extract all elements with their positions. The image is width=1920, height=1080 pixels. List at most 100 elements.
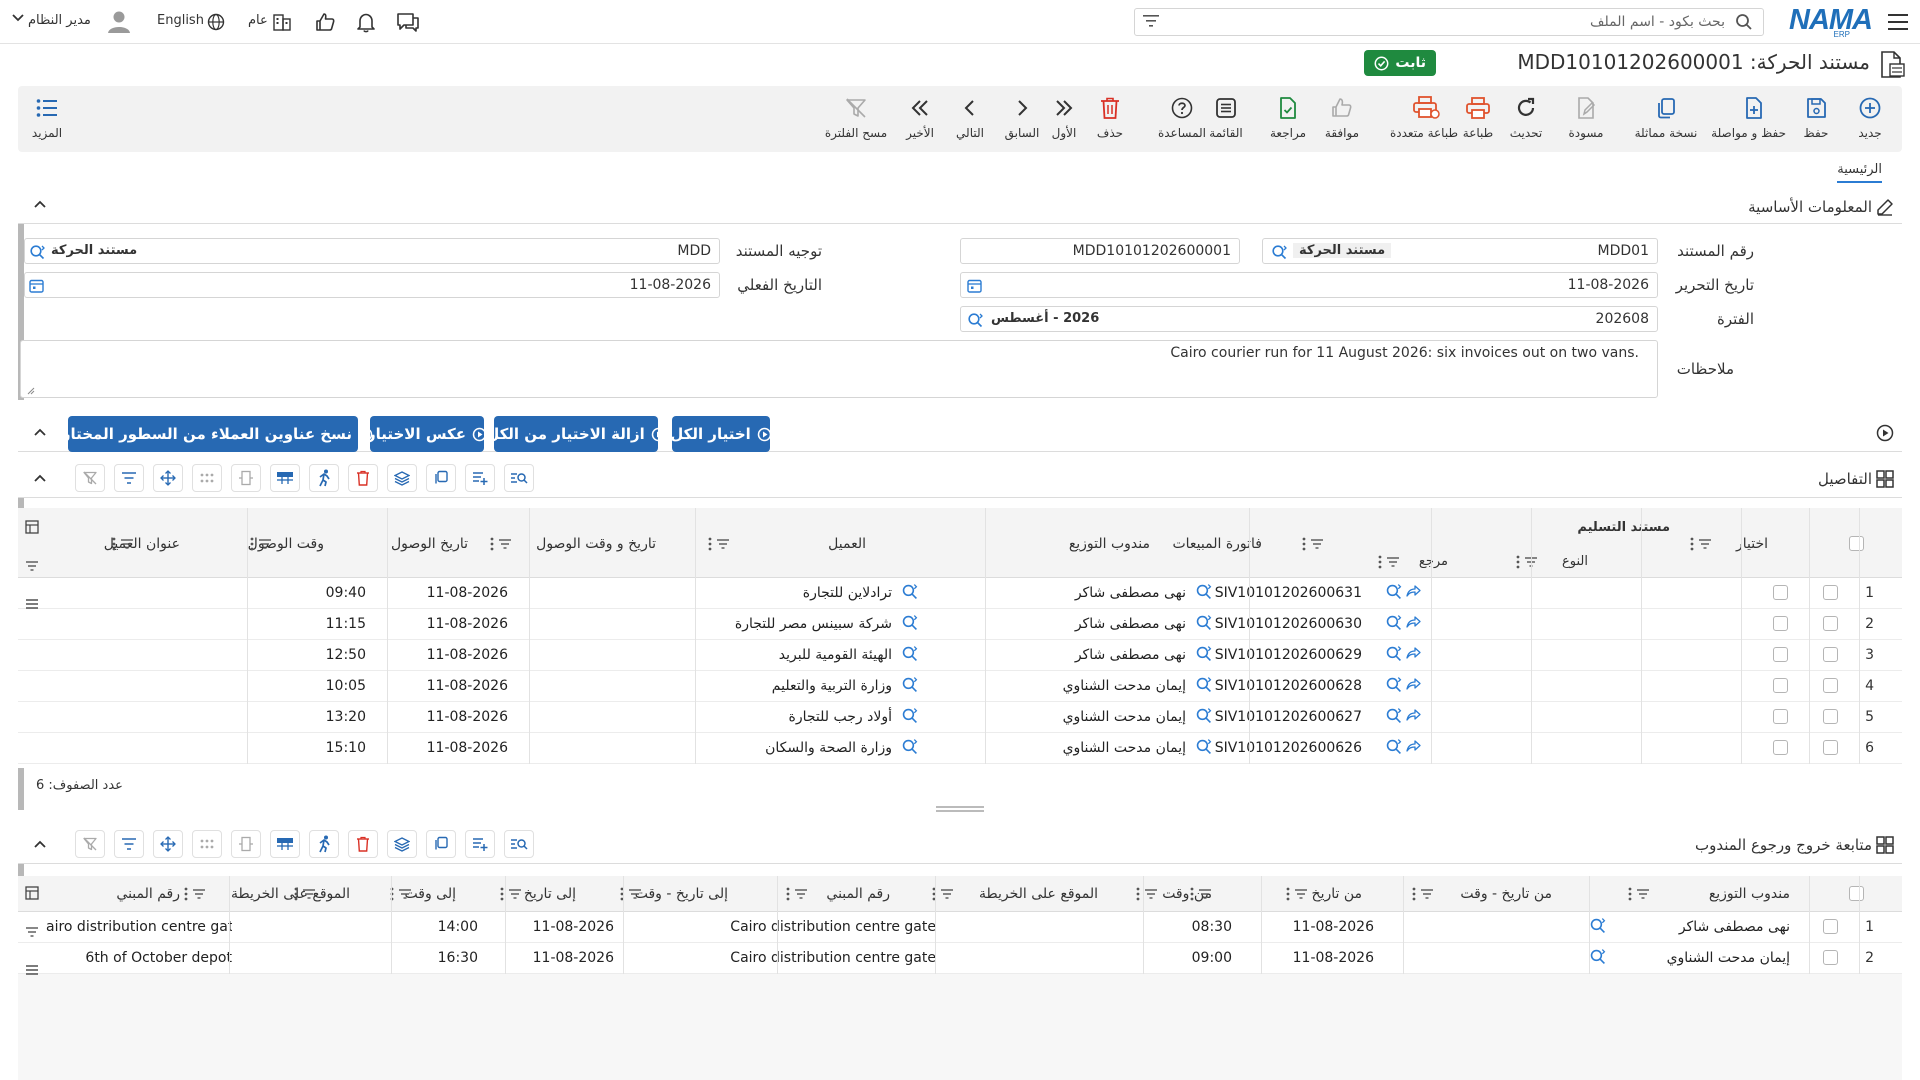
doc-number-field[interactable]: MDD01 مستند الحركة bbox=[1262, 238, 1658, 264]
row-checkbox[interactable] bbox=[1823, 647, 1838, 662]
toolbar-multi-print-button[interactable]: طباعة متعددة bbox=[1390, 94, 1458, 146]
calendar-icon[interactable] bbox=[967, 278, 982, 293]
row-checkbox[interactable] bbox=[1823, 740, 1838, 755]
tracking-dots-grid-icon[interactable] bbox=[192, 830, 222, 858]
row-checkbox[interactable] bbox=[1823, 616, 1838, 631]
lookup-search-icon[interactable] bbox=[1195, 738, 1212, 755]
details-column-icon[interactable] bbox=[231, 464, 261, 492]
tracking-clear-filter-icon[interactable] bbox=[75, 830, 105, 858]
column-menu-icon[interactable] bbox=[1378, 555, 1382, 569]
row-checkbox[interactable] bbox=[1823, 950, 1838, 965]
notification-bell-icon[interactable] bbox=[355, 11, 377, 33]
lookup-search-icon[interactable] bbox=[901, 738, 918, 755]
col-type[interactable]: النوع bbox=[1562, 554, 1588, 569]
column-menu-icon[interactable] bbox=[1136, 887, 1140, 901]
select-checkbox[interactable] bbox=[1773, 616, 1788, 631]
lookup-search-icon[interactable] bbox=[901, 583, 918, 600]
lookup-search-icon[interactable] bbox=[901, 676, 918, 693]
column-filter-icon[interactable] bbox=[1198, 888, 1212, 900]
column-filter-icon[interactable] bbox=[508, 888, 522, 900]
column-menu-icon[interactable] bbox=[1302, 537, 1306, 551]
lookup-search-icon[interactable] bbox=[1195, 676, 1212, 693]
user-menu-chevron-icon[interactable] bbox=[12, 14, 24, 22]
toolbar-review-button[interactable]: مراجعة bbox=[1256, 94, 1320, 146]
actual-date-field[interactable]: 11-08-2026 bbox=[24, 272, 720, 298]
collapse-chevron-icon[interactable] bbox=[34, 840, 46, 848]
scope-label[interactable]: عام bbox=[248, 13, 268, 28]
lookup-search-icon[interactable] bbox=[1195, 583, 1212, 600]
period-field[interactable]: 202608 2026 - أغسطس bbox=[960, 306, 1658, 332]
tracking-delete-row-icon[interactable] bbox=[348, 830, 378, 858]
lookup-search-icon[interactable] bbox=[967, 312, 983, 328]
column-filter-icon[interactable] bbox=[258, 538, 272, 550]
column-menu-icon[interactable] bbox=[112, 537, 116, 551]
lookup-search-icon[interactable] bbox=[1385, 676, 1402, 693]
row-checkbox[interactable] bbox=[1823, 585, 1838, 600]
collapse-chevron-icon[interactable] bbox=[34, 428, 46, 436]
toolbar-clear-filter-button[interactable]: مسح الفلترة bbox=[824, 94, 888, 146]
open-reference-icon[interactable] bbox=[1406, 739, 1422, 753]
open-reference-icon[interactable] bbox=[1406, 708, 1422, 722]
hamburger-menu-icon[interactable] bbox=[1886, 10, 1910, 34]
tracking-add-rows-icon[interactable] bbox=[465, 830, 495, 858]
search-input[interactable] bbox=[1205, 12, 1725, 32]
lookup-search-icon[interactable] bbox=[1385, 738, 1402, 755]
col-to-building[interactable]: رقم المبني bbox=[116, 886, 180, 902]
column-menu-icon[interactable] bbox=[1516, 555, 1520, 569]
tracking-layers-icon[interactable] bbox=[387, 830, 417, 858]
column-menu-icon[interactable] bbox=[490, 537, 494, 551]
details-duplicate-icon[interactable] bbox=[426, 464, 456, 492]
column-filter-icon[interactable] bbox=[192, 888, 206, 900]
lookup-search-icon[interactable] bbox=[1385, 645, 1402, 662]
col-rep[interactable]: مندوب التوزيع bbox=[1069, 536, 1150, 552]
tracking-header[interactable]: متابعة خروج ورجوع المندوب bbox=[18, 826, 1902, 864]
select-all-checkbox[interactable] bbox=[1849, 886, 1864, 901]
tracking-move-icon[interactable] bbox=[153, 830, 183, 858]
row-checkbox[interactable] bbox=[1823, 678, 1838, 693]
column-filter-icon[interactable] bbox=[1144, 888, 1158, 900]
column-filter-icon[interactable] bbox=[1294, 888, 1308, 900]
lookup-search-icon[interactable] bbox=[1271, 244, 1287, 260]
col-to-date[interactable]: إلى تاريخ bbox=[524, 886, 576, 902]
grid-menu-icon[interactable] bbox=[25, 964, 39, 976]
lookup-search-icon[interactable] bbox=[1589, 948, 1606, 965]
select-checkbox[interactable] bbox=[1773, 678, 1788, 693]
details-dots-grid-icon[interactable] bbox=[192, 464, 222, 492]
tab-main[interactable]: الرئيسية bbox=[1837, 162, 1882, 183]
column-menu-icon[interactable] bbox=[250, 537, 254, 551]
filter-lines-icon[interactable] bbox=[1143, 14, 1159, 28]
col-customer[interactable]: العميل bbox=[828, 536, 866, 552]
lookup-search-icon[interactable] bbox=[1385, 583, 1402, 600]
toolbar-draft-button[interactable]: مسودة bbox=[1554, 94, 1618, 146]
col-from-date[interactable]: من تاريخ bbox=[1312, 886, 1362, 902]
details-filter-rows-icon[interactable] bbox=[114, 464, 144, 492]
details-zoom-search-icon[interactable] bbox=[504, 464, 534, 492]
details-run-icon[interactable] bbox=[309, 464, 339, 492]
doc-direction-field[interactable]: MDD مستند الحركة bbox=[24, 238, 720, 264]
toolbar-help-button[interactable]: المساعدة bbox=[1150, 94, 1214, 146]
calendar-icon[interactable] bbox=[29, 278, 44, 293]
basic-info-header[interactable]: المعلومات الأساسية bbox=[18, 190, 1902, 224]
col-to-time[interactable]: إلى وقت bbox=[405, 886, 456, 902]
copy-addresses-button[interactable]: نسخ عناوين العملاء من السطور المختارة bbox=[53, 416, 373, 452]
column-filter-icon[interactable] bbox=[498, 538, 512, 550]
open-reference-icon[interactable] bbox=[1406, 584, 1422, 598]
lookup-search-icon[interactable] bbox=[1195, 707, 1212, 724]
column-filter-icon[interactable] bbox=[1386, 556, 1400, 568]
open-reference-icon[interactable] bbox=[1406, 615, 1422, 629]
notes-textarea[interactable]: Cairo courier run for 11 August 2026: si… bbox=[20, 340, 1658, 398]
details-move-icon[interactable] bbox=[153, 464, 183, 492]
select-all-button[interactable]: اختيار الكل bbox=[670, 416, 772, 452]
select-checkbox[interactable] bbox=[1773, 647, 1788, 662]
resize-handle-icon[interactable] bbox=[25, 385, 35, 395]
select-checkbox[interactable] bbox=[1773, 740, 1788, 755]
details-table-insert-icon[interactable] bbox=[270, 464, 300, 492]
col-to-map[interactable]: الموقع على الخريطة bbox=[231, 886, 350, 902]
lookup-search-icon[interactable] bbox=[1195, 645, 1212, 662]
lookup-search-icon[interactable] bbox=[1195, 614, 1212, 631]
details-clear-filter-icon[interactable] bbox=[75, 464, 105, 492]
row-checkbox[interactable] bbox=[1823, 919, 1838, 934]
doc-number-full-field[interactable]: MDD10101202600001 bbox=[960, 238, 1240, 264]
column-filter-icon[interactable] bbox=[794, 888, 808, 900]
user-name[interactable]: مدير النظام bbox=[28, 13, 91, 28]
